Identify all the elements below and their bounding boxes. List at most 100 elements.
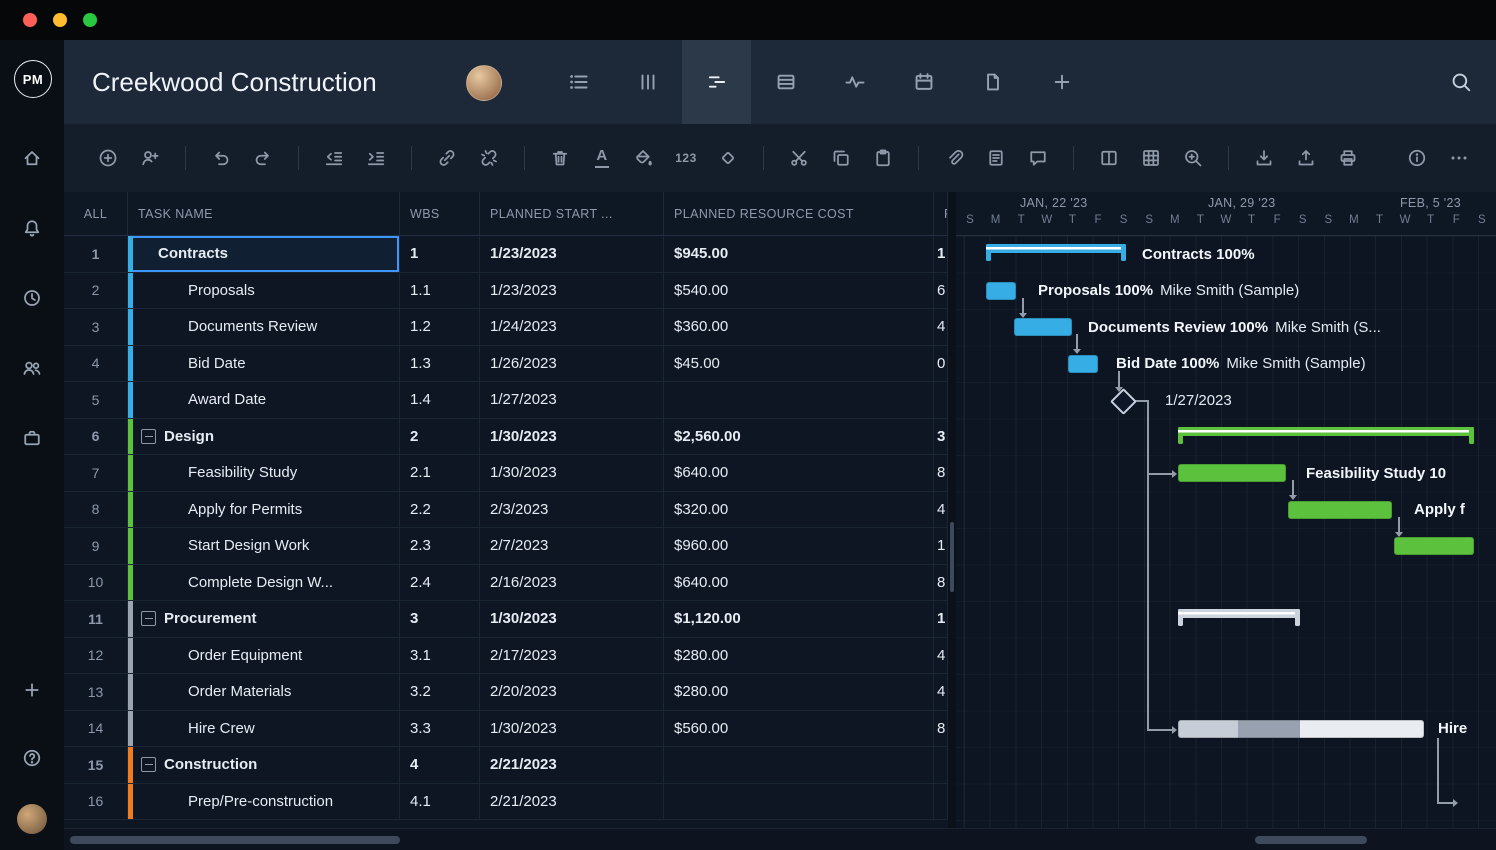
cell-wbs[interactable]: 4.1 — [400, 784, 480, 820]
gantt-summary-bar[interactable] — [1178, 427, 1474, 444]
gantt-milestone[interactable] — [1110, 388, 1137, 415]
user-avatar[interactable] — [17, 804, 47, 834]
gantt-task-bar[interactable] — [1288, 501, 1392, 519]
cell-row-number[interactable]: 7 — [64, 455, 128, 491]
tab-calendar[interactable] — [889, 40, 958, 124]
gantt-task-bar[interactable] — [1394, 537, 1474, 555]
cell-planned-start[interactable]: 1/30/2023 — [480, 455, 664, 491]
cell-planned-cost[interactable]: $960.00 — [664, 528, 934, 564]
grid-icon[interactable] — [1130, 138, 1172, 178]
clock-icon[interactable] — [0, 276, 64, 320]
cell-wbs[interactable]: 2 — [400, 419, 480, 455]
cell-planned-cost[interactable] — [664, 382, 934, 418]
zoom-in-icon[interactable] — [1172, 138, 1214, 178]
cell-wbs[interactable]: 2.3 — [400, 528, 480, 564]
gantt-summary-bar[interactable] — [1178, 609, 1300, 626]
redo-icon[interactable] — [242, 138, 284, 178]
col-all[interactable]: ALL — [64, 192, 128, 235]
cell-wbs[interactable]: 3.1 — [400, 638, 480, 674]
cell-planned-cost[interactable]: $1,120.00 — [664, 601, 934, 637]
cell-planned-cost[interactable]: $2,560.00 — [664, 419, 934, 455]
close-button[interactable] — [23, 13, 37, 27]
info-icon[interactable] — [1396, 138, 1438, 178]
cell-planned-cost[interactable]: $540.00 — [664, 273, 934, 309]
collapse-toggle-icon[interactable] — [141, 611, 156, 626]
cell-row-number[interactable]: 2 — [64, 273, 128, 309]
col-extra[interactable]: P — [934, 192, 948, 235]
tab-sheet[interactable] — [751, 40, 820, 124]
export-icon[interactable] — [1285, 138, 1327, 178]
cell-planned-start[interactable]: 1/30/2023 — [480, 711, 664, 747]
cell-planned-start[interactable]: 2/17/2023 — [480, 638, 664, 674]
collapse-toggle-icon[interactable] — [141, 429, 156, 444]
cell-row-number[interactable]: 13 — [64, 674, 128, 710]
cell-extra[interactable]: 4 — [934, 638, 948, 674]
cell-task-name[interactable]: Contracts — [128, 236, 400, 272]
cell-planned-cost[interactable]: $360.00 — [664, 309, 934, 345]
cell-task-name[interactable]: Design — [128, 419, 400, 455]
zoom-button[interactable] — [83, 13, 97, 27]
cell-wbs[interactable]: 1.1 — [400, 273, 480, 309]
cell-extra[interactable] — [934, 382, 948, 418]
gantt-summary-bar[interactable] — [986, 244, 1126, 261]
cell-extra[interactable]: 4 — [934, 492, 948, 528]
cell-wbs[interactable]: 3.2 — [400, 674, 480, 710]
tab-gantt-active[interactable] — [682, 40, 751, 124]
cell-task-name[interactable]: Complete Design W... — [128, 565, 400, 601]
bell-icon[interactable] — [0, 206, 64, 250]
font-color-icon[interactable]: A — [581, 138, 623, 178]
cell-extra[interactable]: 4 — [934, 309, 948, 345]
cell-planned-start[interactable]: 1/27/2023 — [480, 382, 664, 418]
cell-planned-start[interactable]: 2/20/2023 — [480, 674, 664, 710]
gantt-task-bar[interactable] — [1014, 318, 1072, 336]
comment-icon[interactable] — [1017, 138, 1059, 178]
search-icon[interactable] — [1450, 71, 1472, 93]
cell-extra[interactable]: 8 — [934, 455, 948, 491]
cell-task-name[interactable]: Documents Review — [128, 309, 400, 345]
cell-planned-start[interactable]: 2/7/2023 — [480, 528, 664, 564]
horizontal-scrollbar[interactable] — [64, 828, 1496, 850]
gantt-task-bar[interactable] — [1068, 355, 1098, 373]
cell-extra[interactable]: 1 — [934, 528, 948, 564]
fill-color-icon[interactable] — [623, 138, 665, 178]
cell-planned-start[interactable]: 1/23/2023 — [480, 236, 664, 272]
plus-icon[interactable] — [0, 668, 64, 712]
cut-icon[interactable] — [778, 138, 820, 178]
cell-task-name[interactable]: Proposals — [128, 273, 400, 309]
cell-task-name[interactable]: Order Equipment — [128, 638, 400, 674]
tab-doc[interactable] — [958, 40, 1027, 124]
cell-wbs[interactable]: 3 — [400, 601, 480, 637]
cell-row-number[interactable]: 14 — [64, 711, 128, 747]
cell-wbs[interactable]: 1.2 — [400, 309, 480, 345]
cell-planned-cost[interactable]: $280.00 — [664, 674, 934, 710]
gantt-task-bar[interactable] — [1178, 464, 1286, 482]
cell-extra[interactable]: 8 — [934, 565, 948, 601]
cell-planned-cost[interactable] — [664, 747, 934, 783]
cell-extra[interactable]: 3 — [934, 419, 948, 455]
milestone-icon[interactable] — [707, 138, 749, 178]
notes-icon[interactable] — [975, 138, 1017, 178]
link-icon[interactable] — [426, 138, 468, 178]
cell-extra[interactable]: 8 — [934, 711, 948, 747]
cell-planned-start[interactable]: 1/24/2023 — [480, 309, 664, 345]
cell-row-number[interactable]: 10 — [64, 565, 128, 601]
cell-planned-start[interactable]: 2/21/2023 — [480, 747, 664, 783]
col-planned-start[interactable]: PLANNED START ... — [480, 192, 664, 235]
cell-extra[interactable]: 1 — [934, 236, 948, 272]
indent-icon[interactable] — [355, 138, 397, 178]
import-icon[interactable] — [1243, 138, 1285, 178]
tab-board[interactable] — [613, 40, 682, 124]
cell-task-name[interactable]: Hire Crew — [128, 711, 400, 747]
gantt-progress-bar[interactable] — [1178, 720, 1424, 738]
cell-task-name[interactable]: Procurement — [128, 601, 400, 637]
table-scroll-thumb[interactable] — [70, 836, 400, 844]
cell-row-number[interactable]: 5 — [64, 382, 128, 418]
cell-wbs[interactable]: 3.3 — [400, 711, 480, 747]
help-icon[interactable] — [0, 736, 64, 780]
columns-icon[interactable] — [1088, 138, 1130, 178]
gantt-task-bar[interactable] — [986, 282, 1016, 300]
col-planned-cost[interactable]: PLANNED RESOURCE COST — [664, 192, 934, 235]
assign-user-icon[interactable] — [129, 138, 171, 178]
cell-task-name[interactable]: Award Date — [128, 382, 400, 418]
cell-extra[interactable]: 4 — [934, 674, 948, 710]
